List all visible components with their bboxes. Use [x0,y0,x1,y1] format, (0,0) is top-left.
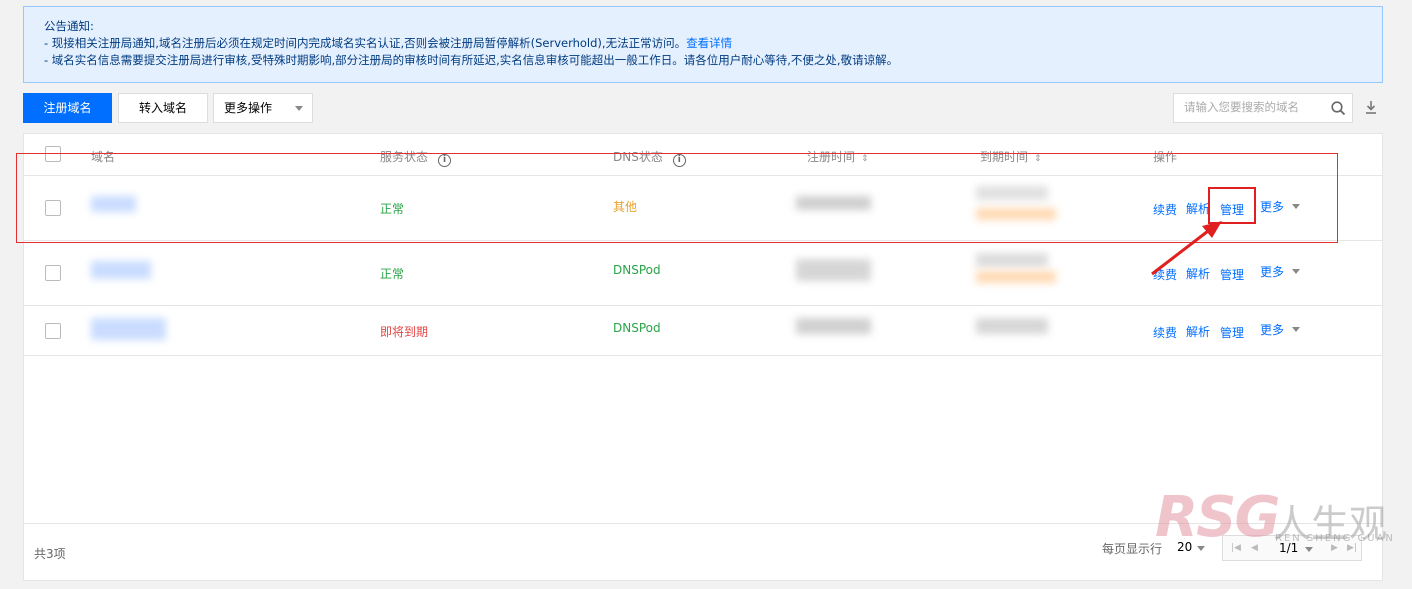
expire-date-redacted [976,318,1048,334]
more-actions-dropdown[interactable]: 更多 [1260,321,1300,338]
watermark-pinyin: REN SHENG GUAN [1275,533,1395,544]
per-page-label: 每页显示行 [1102,542,1163,556]
watermark-logo: RSG 人生观 REN SHENG GUAN [1155,485,1412,550]
resolve-link[interactable]: 解析 [1186,323,1210,340]
register-domain-button[interactable]: 注册域名 [23,93,112,123]
notice-line-2: - 域名实名信息需要提交注册局进行审核,受特殊时期影响,部分注册局的审核时间有所… [44,53,899,67]
toolbar: 注册域名 转入域名 更多操作 [23,93,1383,123]
transfer-domain-button[interactable]: 转入域名 [118,93,208,123]
service-status: 即将到期 [380,325,429,339]
total-count: 共3项 [34,547,66,561]
row-checkbox[interactable] [45,323,61,339]
annotation-arrow-icon [1151,221,1222,276]
notice-line-1-text: - 现接相关注册局通知,域名注册后必须在规定时间内完成域名实名认证,否则会被注册… [44,36,687,50]
more-actions-label: 更多 [1260,265,1285,279]
domain-name-redacted[interactable] [91,261,151,279]
search-input[interactable] [1184,100,1324,114]
service-status: 正常 [380,267,405,281]
notice-details-link[interactable]: 查看详情 [686,36,732,50]
more-operations-label: 更多操作 [224,101,273,115]
more-actions-dropdown[interactable]: 更多 [1260,263,1300,280]
download-icon[interactable] [1363,99,1379,115]
search-icon[interactable] [1331,101,1346,116]
domain-name-redacted[interactable] [91,318,166,340]
search-box [1173,93,1353,123]
table-row: 即将到期 DNSPod 续费 解析 管理 更多 [24,306,1382,356]
expire-date-redacted [976,253,1048,267]
manage-link[interactable]: 管理 [1220,324,1244,341]
expire-warning-redacted [976,271,1056,283]
notice-banner: 公告通知: - 现接相关注册局通知,域名注册后必须在规定时间内完成域名实名认证,… [23,6,1383,83]
dns-status: DNSPod [613,263,661,277]
renew-link[interactable]: 续费 [1153,324,1177,341]
more-operations-dropdown[interactable]: 更多操作 [213,93,313,123]
reg-time-redacted [796,318,871,334]
chevron-down-icon [1292,327,1300,332]
watermark-rsg: RSG [1155,485,1280,550]
reg-time-redacted [796,259,871,281]
chevron-down-icon [295,106,303,111]
dns-status: DNSPod [613,321,661,335]
more-actions-label: 更多 [1260,323,1285,337]
notice-line-1: - 现接相关注册局通知,域名注册后必须在规定时间内完成域名实名认证,否则会被注册… [44,35,1362,52]
row-checkbox[interactable] [45,265,61,281]
notice-title: 公告通知: [44,19,94,33]
chevron-down-icon [1292,269,1300,274]
